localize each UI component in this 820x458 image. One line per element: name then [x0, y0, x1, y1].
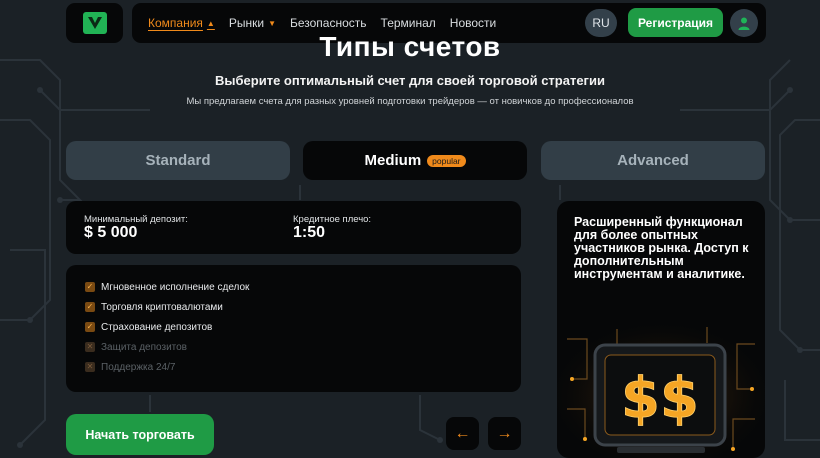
feature-label: Торговля криптовалютами: [101, 301, 223, 313]
tab-standard[interactable]: Standard: [66, 141, 290, 180]
tab-label: Advanced: [617, 152, 689, 169]
feature-item: ✓ Мгновенное исполнение сделок: [85, 281, 249, 293]
min-deposit-value: $ 5 000: [84, 224, 138, 241]
tab-label: Medium: [364, 152, 422, 169]
feature-label: Поддержка 24/7: [101, 361, 176, 373]
cross-icon: ✕: [85, 362, 95, 372]
popular-badge: popular: [427, 154, 466, 167]
check-icon: ✓: [85, 282, 95, 292]
tab-medium[interactable]: Medium popular: [303, 141, 527, 180]
user-icon: [738, 17, 750, 30]
feature-item: ✕ Поддержка 24/7: [85, 361, 175, 373]
arrow-left-icon: ←: [454, 424, 471, 442]
features-card: ✓ Мгновенное исполнение сделок ✓ Торговл…: [66, 265, 521, 392]
dollar-glyphs: $$: [621, 366, 699, 431]
nav-item-news[interactable]: Новости: [450, 16, 496, 30]
prev-arrow-button[interactable]: ←: [446, 417, 479, 450]
nav-item-security[interactable]: Безопасность: [290, 16, 367, 30]
feature-item: ✕ Защита депозитов: [85, 341, 187, 353]
tab-advanced[interactable]: Advanced: [541, 141, 765, 180]
caret-down-icon: ▼: [268, 18, 276, 28]
check-icon: ✓: [85, 302, 95, 312]
caret-up-icon: ▲: [206, 18, 215, 28]
tab-label: Standard: [145, 152, 211, 169]
leverage-value: 1:50: [293, 224, 326, 241]
nav-item-terminal[interactable]: Терминал: [381, 16, 436, 30]
dollar-screen-illustration: $$: [557, 319, 765, 458]
nav-item-label: Новости: [449, 16, 497, 30]
page-title: Типы счетов: [319, 31, 501, 62]
nav-item-label: Компания: [148, 16, 203, 30]
account-description-card: Расширенный функционал для более опытных…: [557, 201, 765, 458]
feature-item: ✓ Страхование депозитов: [85, 321, 212, 333]
account-info-card: Минимальный депозит: $ 5 000 Кредитное п…: [66, 201, 521, 254]
feature-label: Страхование депозитов: [101, 321, 213, 333]
account-description: Расширенный функционал для более опытных…: [574, 215, 749, 281]
next-arrow-button[interactable]: →: [488, 417, 521, 450]
cross-icon: ✕: [85, 342, 95, 352]
feature-item: ✓ Торговля криптовалютами: [85, 301, 223, 313]
start-trading-button[interactable]: Начать торговать: [66, 414, 214, 455]
page-subtitle: Выберите оптимальный счет для своей торг…: [215, 73, 605, 88]
feature-label: Защита депозитов: [101, 341, 187, 353]
page-description: Мы предлагаем счета для разных уровней п…: [186, 96, 634, 107]
check-icon: ✓: [85, 322, 95, 332]
nav-item-label: Безопасность: [289, 16, 367, 30]
feature-label: Мгновенное исполнение сделок: [101, 281, 250, 293]
arrow-right-icon: →: [496, 424, 513, 442]
nav-item-label: Терминал: [380, 16, 436, 30]
nav-item-markets[interactable]: Рынки ▼: [229, 16, 276, 30]
nav-item-label: Рынки: [228, 16, 265, 30]
nav-item-company[interactable]: Компания ▲: [148, 16, 215, 30]
